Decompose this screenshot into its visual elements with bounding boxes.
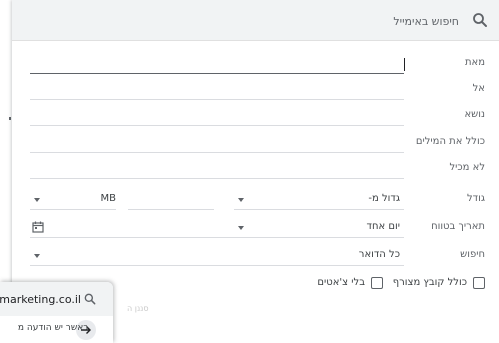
to-field[interactable] bbox=[30, 81, 404, 100]
search-in-select[interactable]: כל הדואר bbox=[30, 247, 404, 266]
subject-label: נושא bbox=[464, 109, 486, 120]
no-chats-label: בלי צ'אטים bbox=[317, 277, 365, 288]
date-field[interactable] bbox=[30, 219, 246, 238]
size-row: גודל גדול מ- MB bbox=[12, 188, 499, 212]
from-label: מאת bbox=[464, 57, 485, 68]
not-has-label: לא מכיל bbox=[449, 162, 485, 173]
calendar-icon[interactable] bbox=[32, 221, 44, 233]
text-cursor bbox=[404, 58, 405, 71]
has-words-field[interactable] bbox=[30, 134, 404, 153]
filter-popup-body: כאשר יש הודעה מ bbox=[0, 316, 113, 343]
filter-ghost-text: סננן ה bbox=[127, 304, 149, 313]
size-unit-select[interactable]: MB bbox=[30, 191, 116, 210]
date-range-select[interactable]: יום אחד bbox=[234, 219, 404, 238]
search-icon[interactable] bbox=[471, 11, 489, 29]
search-in-label: חיפוש bbox=[460, 249, 485, 260]
filter-popup-header: marketing.co.il bbox=[0, 282, 113, 316]
search-input[interactable] bbox=[57, 8, 461, 34]
search-in-row: חיפוש כל הדואר bbox=[12, 244, 499, 268]
size-operator-value: גדול מ- bbox=[368, 193, 400, 204]
filter-domain-text: marketing.co.il bbox=[0, 293, 81, 306]
search-header bbox=[12, 0, 499, 41]
date-row: תאריך בטווח יום אחד bbox=[12, 216, 499, 240]
size-unit-dropdown-icon bbox=[34, 198, 40, 202]
from-field[interactable] bbox=[30, 55, 404, 74]
from-row: מאת bbox=[12, 52, 499, 76]
not-has-field[interactable] bbox=[30, 160, 404, 179]
not-has-row: לא מכיל bbox=[12, 157, 499, 181]
has-attachment-box[interactable] bbox=[473, 277, 485, 289]
search-in-dropdown-icon bbox=[34, 254, 40, 258]
has-words-row: כולל את המילים bbox=[12, 131, 499, 155]
no-chats-box[interactable] bbox=[371, 277, 383, 289]
date-range-value: יום אחד bbox=[366, 221, 400, 232]
search-in-value: כל הדואר bbox=[358, 249, 400, 260]
size-value-field[interactable] bbox=[128, 191, 214, 210]
has-words-label: כולל את המילים bbox=[415, 136, 485, 147]
date-label: תאריך בטווח bbox=[431, 221, 485, 232]
subject-field[interactable] bbox=[30, 107, 404, 126]
has-attachment-label: כולל קובץ מצורף bbox=[392, 277, 467, 288]
search-icon[interactable] bbox=[83, 292, 97, 306]
size-operator-dropdown-icon bbox=[238, 198, 244, 202]
filter-message: כאשר יש הודעה מ bbox=[17, 323, 88, 333]
size-unit-value: MB bbox=[100, 193, 117, 204]
page-tick-mark bbox=[9, 117, 11, 120]
subject-row: נושא bbox=[12, 104, 499, 128]
size-label: גודל bbox=[467, 193, 485, 204]
to-row: אל bbox=[12, 78, 499, 102]
filter-popup: marketing.co.il כאשר יש הודעה מ bbox=[0, 282, 113, 343]
to-label: אל bbox=[472, 83, 485, 94]
size-operator-select[interactable]: גדול מ- bbox=[234, 191, 404, 210]
